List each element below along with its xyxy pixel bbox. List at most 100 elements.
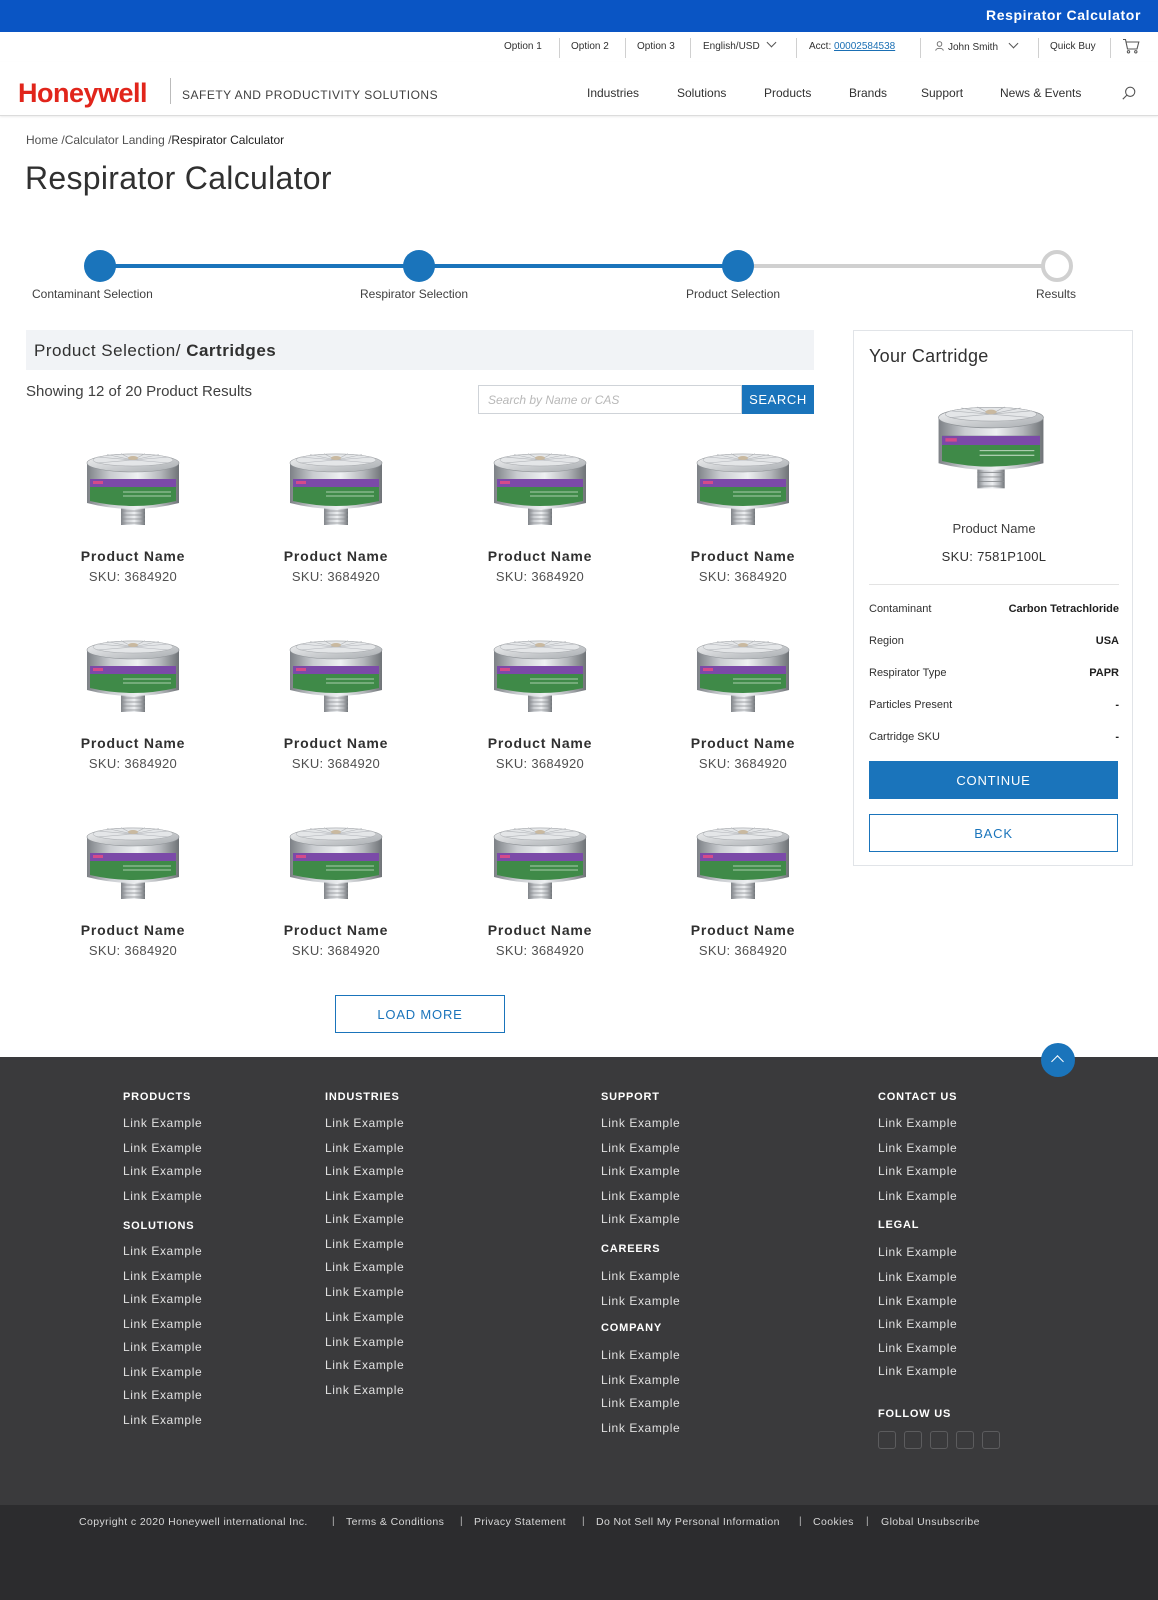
cartridge-product-image[interactable] xyxy=(490,819,590,903)
footer-link[interactable]: Link Example xyxy=(601,1373,680,1387)
product-name[interactable]: Product Name xyxy=(253,922,419,938)
product-card[interactable]: Product Name SKU: 3684920 xyxy=(457,445,617,595)
nav-support[interactable]: Support xyxy=(921,86,963,100)
product-card[interactable]: Product Name SKU: 3684920 xyxy=(457,632,617,782)
product-card[interactable]: Product Name SKU: 3684920 xyxy=(660,445,820,595)
product-card[interactable]: Product Name SKU: 3684920 xyxy=(50,445,210,595)
footer-link[interactable]: Link Example xyxy=(325,1141,404,1155)
step-dot-product[interactable] xyxy=(722,250,754,282)
product-name[interactable]: Product Name xyxy=(50,922,216,938)
cartridge-product-image[interactable] xyxy=(693,632,793,716)
footer-link[interactable]: Link Example xyxy=(123,1189,202,1203)
footer-link[interactable]: Link Example xyxy=(123,1413,202,1427)
vimeo-icon[interactable] xyxy=(982,1431,1000,1449)
honeywell-logo[interactable]: Honeywell xyxy=(18,78,148,109)
privacy-link[interactable]: Privacy Statement xyxy=(474,1516,566,1528)
footer-link[interactable]: Link Example xyxy=(325,1335,404,1349)
option-2-link[interactable]: Option 2 xyxy=(571,41,609,52)
footer-link[interactable]: Link Example xyxy=(601,1212,680,1226)
footer-link[interactable]: Link Example xyxy=(325,1285,404,1299)
footer-link[interactable]: Link Example xyxy=(601,1164,680,1178)
nav-brands[interactable]: Brands xyxy=(849,86,887,100)
footer-link[interactable]: Link Example xyxy=(325,1383,404,1397)
footer-link[interactable]: Link Example xyxy=(325,1164,404,1178)
product-name[interactable]: Product Name xyxy=(660,548,826,564)
facebook-icon[interactable] xyxy=(878,1431,896,1449)
footer-link[interactable]: Link Example xyxy=(325,1212,404,1226)
footer-link[interactable]: Link Example xyxy=(123,1317,202,1331)
product-card[interactable]: Product Name SKU: 3684920 xyxy=(253,819,413,969)
back-button[interactable]: BACK xyxy=(869,814,1118,852)
do-not-sell-link[interactable]: Do Not Sell My Personal Information xyxy=(596,1516,780,1528)
user-menu[interactable]: John Smith xyxy=(935,38,1019,53)
continue-button[interactable]: CONTINUE xyxy=(869,761,1118,799)
breadcrumb-calculator-landing[interactable]: Calculator Landing / xyxy=(65,133,172,147)
product-name[interactable]: Product Name xyxy=(253,548,419,564)
footer-link[interactable]: Link Example xyxy=(123,1116,202,1130)
product-name[interactable]: Product Name xyxy=(457,922,623,938)
footer-link[interactable]: Link Example xyxy=(878,1270,957,1284)
footer-link[interactable]: Link Example xyxy=(878,1164,957,1178)
product-name[interactable]: Product Name xyxy=(457,735,623,751)
footer-link[interactable]: Link Example xyxy=(123,1340,202,1354)
cart-icon[interactable] xyxy=(1122,38,1140,54)
footer-link[interactable]: Link Example xyxy=(123,1141,202,1155)
footer-link[interactable]: Link Example xyxy=(601,1294,680,1308)
option-1-link[interactable]: Option 1 xyxy=(504,41,542,52)
product-name[interactable]: Product Name xyxy=(660,922,826,938)
footer-link[interactable]: Link Example xyxy=(123,1388,202,1402)
nav-industries[interactable]: Industries xyxy=(587,86,639,100)
footer-link[interactable]: Link Example xyxy=(325,1237,404,1251)
product-name[interactable]: Product Name xyxy=(50,548,216,564)
product-card[interactable]: Product Name SKU: 3684920 xyxy=(660,632,820,782)
search-button[interactable]: SEARCH xyxy=(742,385,814,414)
cookies-link[interactable]: Cookies xyxy=(813,1516,854,1528)
youtube-icon[interactable] xyxy=(930,1431,948,1449)
footer-link[interactable]: Link Example xyxy=(601,1348,680,1362)
footer-link[interactable]: Link Example xyxy=(601,1116,680,1130)
footer-link[interactable]: Link Example xyxy=(325,1310,404,1324)
cartridge-product-image[interactable] xyxy=(83,819,183,903)
back-to-top-button[interactable] xyxy=(1041,1043,1075,1077)
nav-products[interactable]: Products xyxy=(764,86,811,100)
load-more-button[interactable]: LOAD MORE xyxy=(335,995,505,1033)
footer-link[interactable]: Link Example xyxy=(123,1244,202,1258)
footer-link[interactable]: Link Example xyxy=(878,1294,957,1308)
cartridge-product-image[interactable] xyxy=(490,445,590,529)
footer-link[interactable]: Link Example xyxy=(123,1164,202,1178)
twitter-icon[interactable] xyxy=(904,1431,922,1449)
terms-link[interactable]: Terms & Conditions xyxy=(346,1516,444,1528)
step-dot-contaminant[interactable] xyxy=(84,250,116,282)
footer-link[interactable]: Link Example xyxy=(325,1260,404,1274)
product-card[interactable]: Product Name SKU: 3684920 xyxy=(660,819,820,969)
footer-link[interactable]: Link Example xyxy=(878,1116,957,1130)
search-icon[interactable] xyxy=(1122,86,1136,100)
cartridge-product-image[interactable] xyxy=(693,445,793,529)
cartridge-product-image[interactable] xyxy=(490,632,590,716)
footer-link[interactable]: Link Example xyxy=(325,1189,404,1203)
product-search-input[interactable] xyxy=(478,385,742,414)
footer-link[interactable]: Link Example xyxy=(878,1317,957,1331)
language-selector[interactable]: English/USD xyxy=(703,37,777,52)
account-number-link[interactable]: 00002584538 xyxy=(834,41,895,52)
global-unsubscribe-link[interactable]: Global Unsubscribe xyxy=(881,1516,980,1528)
footer-link[interactable]: Link Example xyxy=(878,1245,957,1259)
cartridge-product-image[interactable] xyxy=(286,819,386,903)
footer-link[interactable]: Link Example xyxy=(601,1396,680,1410)
product-name[interactable]: Product Name xyxy=(660,735,826,751)
cartridge-product-image[interactable] xyxy=(83,445,183,529)
footer-link[interactable]: Link Example xyxy=(325,1358,404,1372)
breadcrumb-home[interactable]: Home / xyxy=(26,133,65,147)
nav-news-events[interactable]: News & Events xyxy=(1000,86,1081,100)
footer-link[interactable]: Link Example xyxy=(878,1341,957,1355)
product-card[interactable]: Product Name SKU: 3684920 xyxy=(50,819,210,969)
footer-link[interactable]: Link Example xyxy=(878,1364,957,1378)
footer-link[interactable]: Link Example xyxy=(123,1292,202,1306)
product-name[interactable]: Product Name xyxy=(253,735,419,751)
product-card[interactable]: Product Name SKU: 3684920 xyxy=(50,632,210,782)
step-dot-respirator[interactable] xyxy=(403,250,435,282)
cartridge-product-image[interactable] xyxy=(286,445,386,529)
footer-link[interactable]: Link Example xyxy=(601,1141,680,1155)
footer-link[interactable]: Link Example xyxy=(123,1269,202,1283)
product-card[interactable]: Product Name SKU: 3684920 xyxy=(253,632,413,782)
